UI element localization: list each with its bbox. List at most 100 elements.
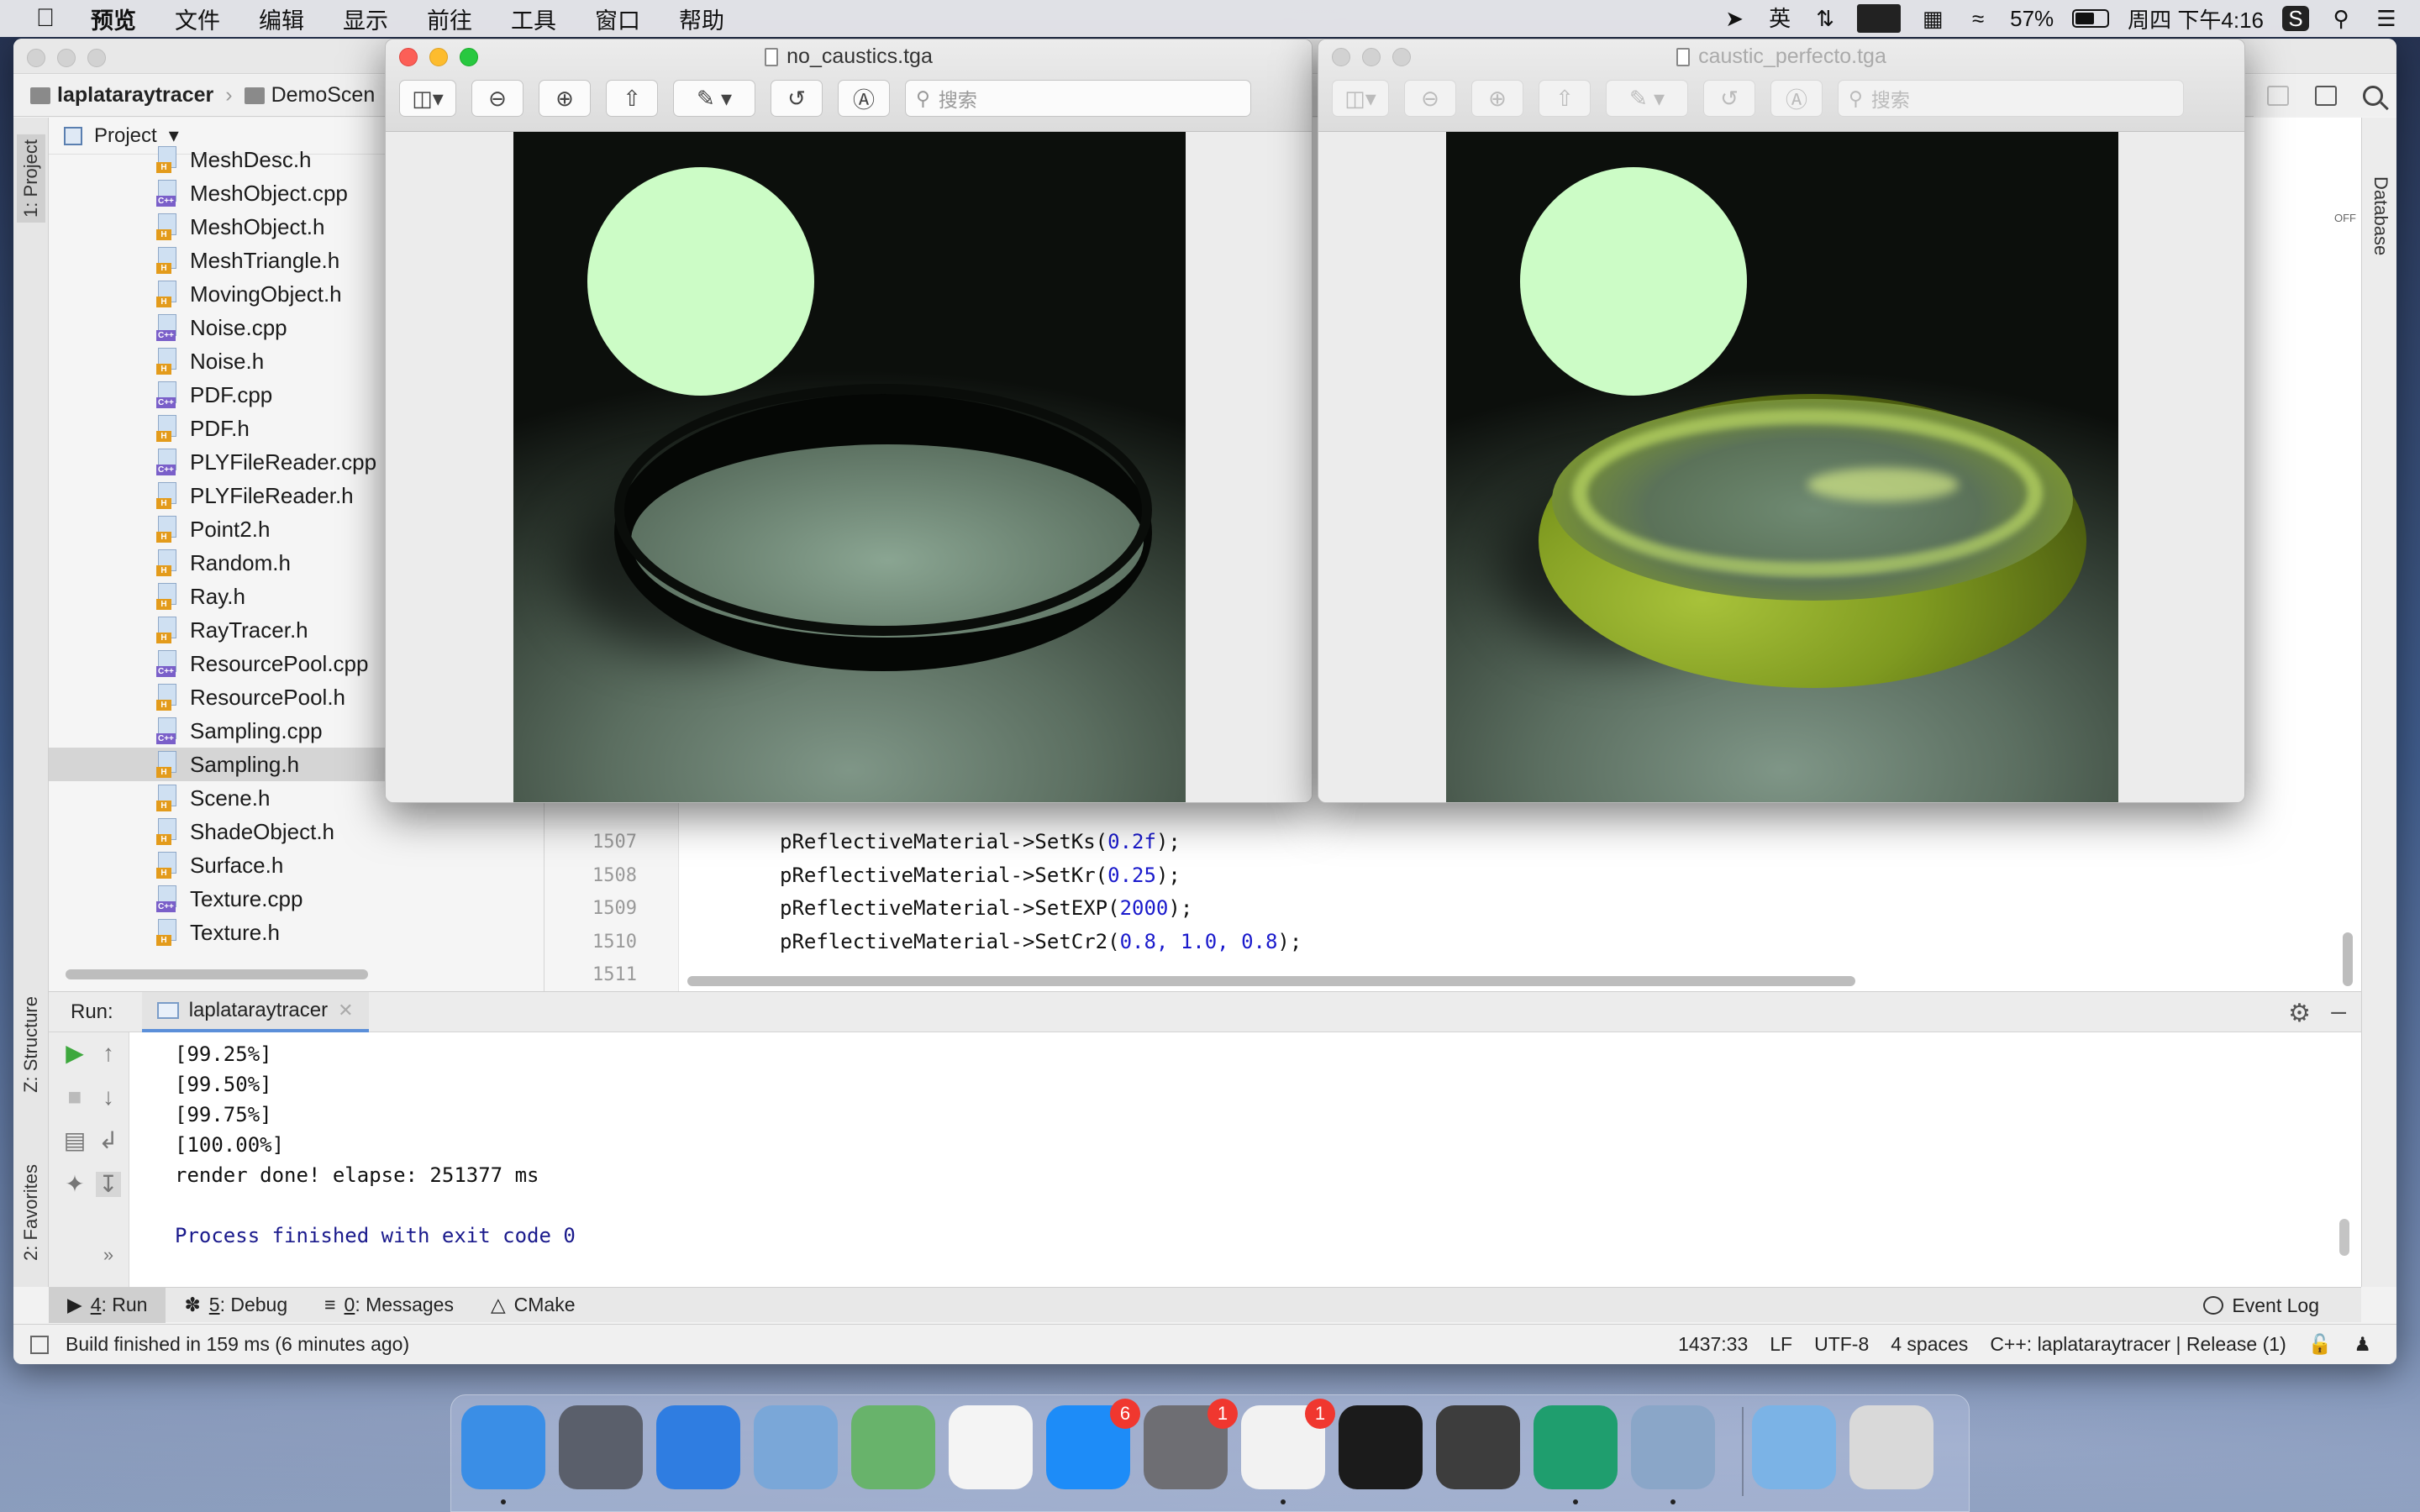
status-context[interactable]: C++: laplataraytracer | Release (1) bbox=[1990, 1333, 2286, 1356]
menu-help[interactable]: 帮助 bbox=[679, 3, 724, 35]
menu-go[interactable]: 前往 bbox=[427, 3, 472, 35]
layout-icon[interactable]: ▤ bbox=[62, 1128, 87, 1153]
dock-app-finder-icon[interactable] bbox=[461, 1405, 545, 1489]
hector-icon[interactable]: ♟ bbox=[2354, 1333, 2371, 1356]
editor-horizontal-scrollbar[interactable] bbox=[687, 976, 1855, 986]
minimize-panel-icon[interactable]: – bbox=[2331, 995, 2346, 1026]
dock-app-maps-icon[interactable] bbox=[851, 1405, 935, 1489]
menu-window[interactable]: 窗口 bbox=[595, 3, 640, 35]
network-monitor-icon[interactable]: ⇅ bbox=[1812, 6, 1839, 31]
event-log-button[interactable]: Event Log bbox=[2203, 1288, 2319, 1323]
stop-square-icon[interactable] bbox=[2266, 86, 2289, 106]
dock-app-mail-icon[interactable] bbox=[754, 1405, 838, 1489]
wifi-icon[interactable]: ≈ bbox=[1965, 6, 1991, 31]
project-file-name: PLYFileReader.h bbox=[190, 482, 354, 508]
search-everywhere-icon[interactable] bbox=[2363, 86, 2384, 106]
annotate-button[interactable]: Ⓐ bbox=[838, 80, 890, 117]
apple-menu-icon[interactable]:  bbox=[0, 4, 91, 33]
project-file-item[interactable]: H Surface.h bbox=[49, 848, 544, 882]
zoom-out-button[interactable]: ⊖ bbox=[471, 80, 523, 117]
ide-close-button[interactable] bbox=[27, 49, 45, 67]
dock-app-trash-icon[interactable] bbox=[1849, 1405, 1933, 1489]
status-caret-position[interactable]: 1437:33 bbox=[1678, 1333, 1748, 1356]
dock-app-launchpad-icon[interactable] bbox=[559, 1405, 643, 1489]
status-indent[interactable]: 4 spaces bbox=[1891, 1333, 1968, 1356]
menu-tools[interactable]: 工具 bbox=[511, 3, 556, 35]
screen-recorder-icon[interactable] bbox=[1857, 4, 1902, 33]
spotlight-search-icon[interactable]: ⚲ bbox=[2328, 6, 2354, 31]
rerun-icon[interactable]: ▶ bbox=[62, 1041, 87, 1066]
share-button[interactable]: ⇧ bbox=[1539, 80, 1591, 117]
markup-button[interactable]: ✎ ▾ bbox=[673, 80, 755, 117]
breadcrumb-project[interactable]: laplataraytracer bbox=[30, 83, 213, 108]
close-tab-icon[interactable]: ✕ bbox=[338, 1000, 353, 1021]
pin-icon[interactable]: ✦ bbox=[62, 1172, 87, 1197]
toolwindow-debug[interactable]: ✽ 5: Debug bbox=[166, 1288, 306, 1323]
project-file-item[interactable]: H ShadeObject.h bbox=[49, 815, 544, 848]
dock-app-safari-icon[interactable] bbox=[656, 1405, 740, 1489]
battery-icon[interactable] bbox=[2072, 9, 2110, 28]
menu-app-preview[interactable]: 预览 bbox=[91, 3, 136, 35]
folder-icon bbox=[30, 87, 50, 104]
run-tab-label: laplataraytracer bbox=[188, 998, 329, 1021]
pen-icon: ✎ ▾ bbox=[696, 85, 733, 111]
up-arrow-icon[interactable]: ↑ bbox=[96, 1041, 121, 1066]
project-file-item[interactable]: H Texture.h bbox=[49, 916, 544, 949]
location-arrow-icon[interactable]: ➤ bbox=[1721, 6, 1748, 31]
memory-monitor-icon[interactable]: ▦ bbox=[1919, 6, 1946, 31]
project-horizontal-scrollbar[interactable] bbox=[66, 969, 368, 979]
menu-file[interactable]: 文件 bbox=[175, 3, 220, 35]
dock-app-clion-icon[interactable] bbox=[1534, 1405, 1618, 1489]
ide-minimize-button[interactable] bbox=[57, 49, 76, 67]
project-structure-icon[interactable] bbox=[2314, 86, 2337, 106]
toolwindow-messages[interactable]: ≡ 0: Messages bbox=[306, 1288, 472, 1323]
soft-wrap-icon[interactable]: ↲ bbox=[96, 1128, 121, 1153]
rotate-button[interactable]: ↺ bbox=[1703, 80, 1755, 117]
status-line-separator[interactable]: LF bbox=[1770, 1333, 1792, 1356]
notification-center-icon[interactable]: ☰ bbox=[2373, 6, 2400, 31]
dock-app-downloads-icon[interactable] bbox=[1752, 1405, 1836, 1489]
scroll-to-end-icon[interactable]: ↧ bbox=[96, 1172, 121, 1197]
toolwindow-run[interactable]: ▶ 4: Run bbox=[49, 1287, 166, 1323]
breadcrumb-file[interactable]: DemoScen bbox=[244, 83, 375, 108]
status-message[interactable]: Build finished in 159 ms (6 minutes ago) bbox=[66, 1333, 409, 1356]
sogou-input-icon[interactable]: S bbox=[2282, 6, 2309, 31]
zoom-in-button[interactable]: ⊕ bbox=[1471, 80, 1523, 117]
markup-button[interactable]: ✎ ▾ bbox=[1606, 80, 1688, 117]
menu-clock[interactable]: 周四 下午4:16 bbox=[2128, 3, 2264, 34]
down-arrow-icon[interactable]: ↓ bbox=[96, 1084, 121, 1110]
more-icon[interactable]: » bbox=[96, 1242, 121, 1268]
dock-app-sublime-text-icon[interactable] bbox=[1436, 1405, 1520, 1489]
share-button[interactable]: ⇧ bbox=[606, 80, 658, 117]
rotate-button[interactable]: ↺ bbox=[771, 80, 823, 117]
dock-app-preview-icon[interactable] bbox=[1631, 1405, 1715, 1489]
zoom-in-button[interactable]: ⊕ bbox=[539, 80, 591, 117]
sidebar-toggle-button[interactable]: ◫▾ bbox=[399, 80, 456, 117]
editor-vertical-scrollbar[interactable] bbox=[2343, 932, 2353, 986]
status-encoding[interactable]: UTF-8 bbox=[1814, 1333, 1869, 1356]
run-vertical-scrollbar[interactable] bbox=[2339, 1219, 2349, 1256]
dock-app-terminal-icon[interactable] bbox=[1339, 1405, 1423, 1489]
menu-view[interactable]: 显示 bbox=[343, 3, 388, 35]
toolwindow-cmake[interactable]: △ CMake bbox=[472, 1288, 594, 1323]
tool-windows-toggle-icon[interactable] bbox=[30, 1335, 49, 1354]
dock-app-photos-icon[interactable] bbox=[949, 1405, 1033, 1489]
tab-database[interactable]: Database bbox=[2370, 176, 2391, 255]
search-field[interactable]: ⚲ 搜索 bbox=[905, 80, 1251, 117]
gear-icon[interactable]: ⚙ bbox=[2288, 999, 2311, 1028]
nav-right-tools bbox=[2254, 75, 2396, 117]
tab-favorites[interactable]: 2: Favorites bbox=[17, 1159, 45, 1266]
sidebar-toggle-button[interactable]: ◫▾ bbox=[1332, 80, 1389, 117]
run-tab[interactable]: laplataraytracer ✕ bbox=[141, 991, 369, 1032]
zoom-out-button[interactable]: ⊖ bbox=[1404, 80, 1456, 117]
input-method-icon[interactable]: 英 bbox=[1766, 6, 1793, 31]
annotate-button[interactable]: Ⓐ bbox=[1770, 80, 1823, 117]
stop-icon[interactable]: ■ bbox=[62, 1084, 87, 1110]
menu-edit[interactable]: 编辑 bbox=[259, 3, 304, 35]
ide-zoom-button[interactable] bbox=[87, 49, 106, 67]
lock-icon[interactable]: 🔓 bbox=[2308, 1333, 2333, 1356]
search-field[interactable]: ⚲ 搜索 bbox=[1838, 80, 2184, 117]
tab-project[interactable]: 1: Project bbox=[17, 134, 45, 223]
tab-structure[interactable]: Z: Structure bbox=[17, 991, 45, 1098]
project-file-item[interactable]: C++ Texture.cpp bbox=[49, 882, 544, 916]
